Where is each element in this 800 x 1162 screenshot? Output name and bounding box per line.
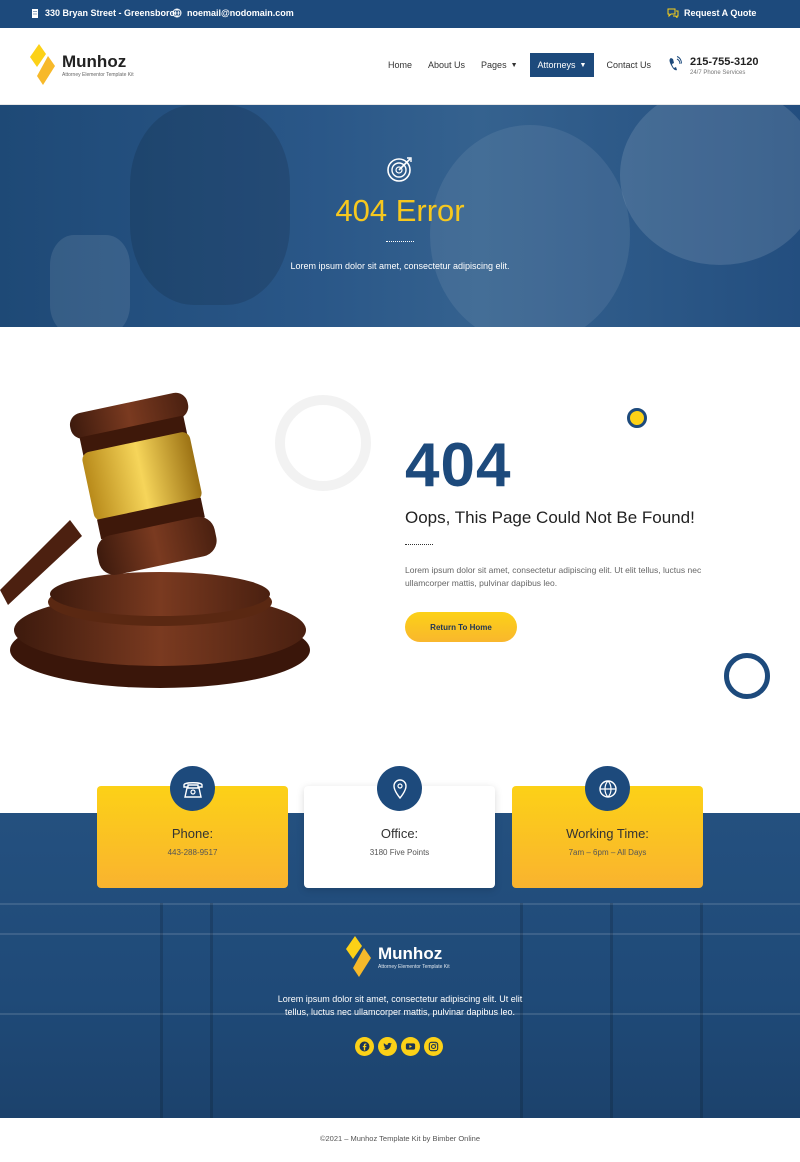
nav-home[interactable]: Home <box>380 53 420 77</box>
nav-home-label: Home <box>388 60 413 70</box>
logo-mark-icon <box>346 936 371 977</box>
social-links <box>355 1037 443 1056</box>
instagram-icon[interactable] <box>424 1037 443 1056</box>
chevron-down-icon: ▼ <box>510 61 518 69</box>
office-card-value: 3180 Five Points <box>369 848 430 857</box>
facebook-icon[interactable] <box>355 1037 374 1056</box>
target-icon <box>387 157 412 182</box>
nav-attorneys[interactable]: Attorneys ▼ <box>529 53 595 77</box>
globe-icon <box>172 8 182 18</box>
youtube-icon[interactable] <box>401 1037 420 1056</box>
nav-contact-label: Contact Us <box>606 60 652 70</box>
request-quote-link[interactable]: Request A Quote <box>667 8 756 18</box>
copyright: ©2021 – Munhoz Template Kit by Bimber On… <box>319 1134 481 1143</box>
address-item: 330 Bryan Street - Greensboro <box>30 8 175 18</box>
hero-bg-figure <box>620 105 800 265</box>
site-header: Munhoz Attorney Elementor Template Kit H… <box>0 28 800 105</box>
globe-icon <box>585 766 630 811</box>
phone-number: 215-755-3120 <box>690 56 759 68</box>
nav-about-label: About Us <box>428 60 466 70</box>
bg-post <box>210 903 213 1118</box>
request-quote-label[interactable]: Request A Quote <box>684 8 756 18</box>
twitter-icon[interactable] <box>378 1037 397 1056</box>
footer-text: Lorem ipsum dolor sit amet, consectetur … <box>277 994 523 1017</box>
phone-card-title: Phone: <box>171 826 214 841</box>
main-nav: Home About Us Pages ▼ Attorneys ▼ Contact … <box>380 53 659 77</box>
error-code: 404 <box>405 431 512 500</box>
nav-pages-label: Pages <box>481 60 507 70</box>
location-pin-icon <box>377 766 422 811</box>
footer-brand-name: Munhoz <box>378 943 443 963</box>
decor-dot-yellow <box>627 408 647 428</box>
working-time-card-title: Working Time: <box>566 826 649 841</box>
bg-rail <box>0 903 800 905</box>
top-bar: 330 Bryan Street - Greensboro noemail@no… <box>0 0 800 28</box>
bg-post <box>160 903 163 1118</box>
working-time-card-value: 7am – 6pm – All Days <box>568 848 647 857</box>
chevron-down-icon: ▼ <box>579 61 587 69</box>
email-item[interactable]: noemail@nodomain.com <box>172 8 294 18</box>
hero-banner: 404 Error Lorem ipsum dolor sit amet, co… <box>0 105 800 327</box>
brand-name: Munhoz <box>62 51 127 71</box>
office-card-title: Office: <box>380 826 419 841</box>
hero-title: 404 Error <box>335 193 465 228</box>
footer-logo[interactable]: Munhoz Attorney Elementor Template Kit <box>346 935 450 979</box>
brand-tagline: Attorney Elementor Template Kit <box>62 71 134 78</box>
bg-post <box>610 903 613 1118</box>
phone-sub: 24/7 Phone Services <box>690 70 746 76</box>
phone-ring-icon <box>669 56 682 71</box>
bg-post <box>700 903 703 1118</box>
site-logo[interactable]: Munhoz Attorney Elementor Template Kit <box>30 44 134 86</box>
error-text: Lorem ipsum dolor sit amet, consectetur … <box>405 565 702 588</box>
phone-card-value: 443-288-9517 <box>167 848 218 857</box>
address-text: 330 Bryan Street - Greensboro <box>45 8 176 18</box>
error-title: Oops, This Page Could Not Be Found! <box>405 508 695 527</box>
working-time-card: Working Time: 7am – 6pm – All Days <box>512 766 703 888</box>
logo-mark-icon <box>30 44 55 85</box>
decor-ring-blue <box>724 653 770 699</box>
nav-about[interactable]: About Us <box>420 53 473 77</box>
building-icon <box>32 9 38 18</box>
office-card: Office: 3180 Five Points <box>304 766 495 888</box>
hero-divider <box>386 241 414 242</box>
nav-contact[interactable]: Contact Us <box>598 53 659 77</box>
gavel-image <box>0 392 310 688</box>
email-text[interactable]: noemail@nodomain.com <box>187 8 294 18</box>
return-home-button[interactable]: Return To Home <box>405 612 517 642</box>
error-divider <box>405 544 433 545</box>
header-phone[interactable]: 215-755-3120 24/7 Phone Services <box>668 56 759 76</box>
phone-icon <box>170 766 215 811</box>
nav-pages[interactable]: Pages ▼ <box>473 53 525 77</box>
phone-card: Phone: 443-288-9517 <box>97 766 288 888</box>
chat-icon <box>667 8 679 18</box>
hero-subtitle: Lorem ipsum dolor sit amet, consectetur … <box>290 261 510 271</box>
footer-brand-tagline: Attorney Elementor Template Kit <box>378 963 450 970</box>
hero-bg-bottle <box>50 235 130 327</box>
nav-attorneys-label: Attorneys <box>537 60 576 70</box>
